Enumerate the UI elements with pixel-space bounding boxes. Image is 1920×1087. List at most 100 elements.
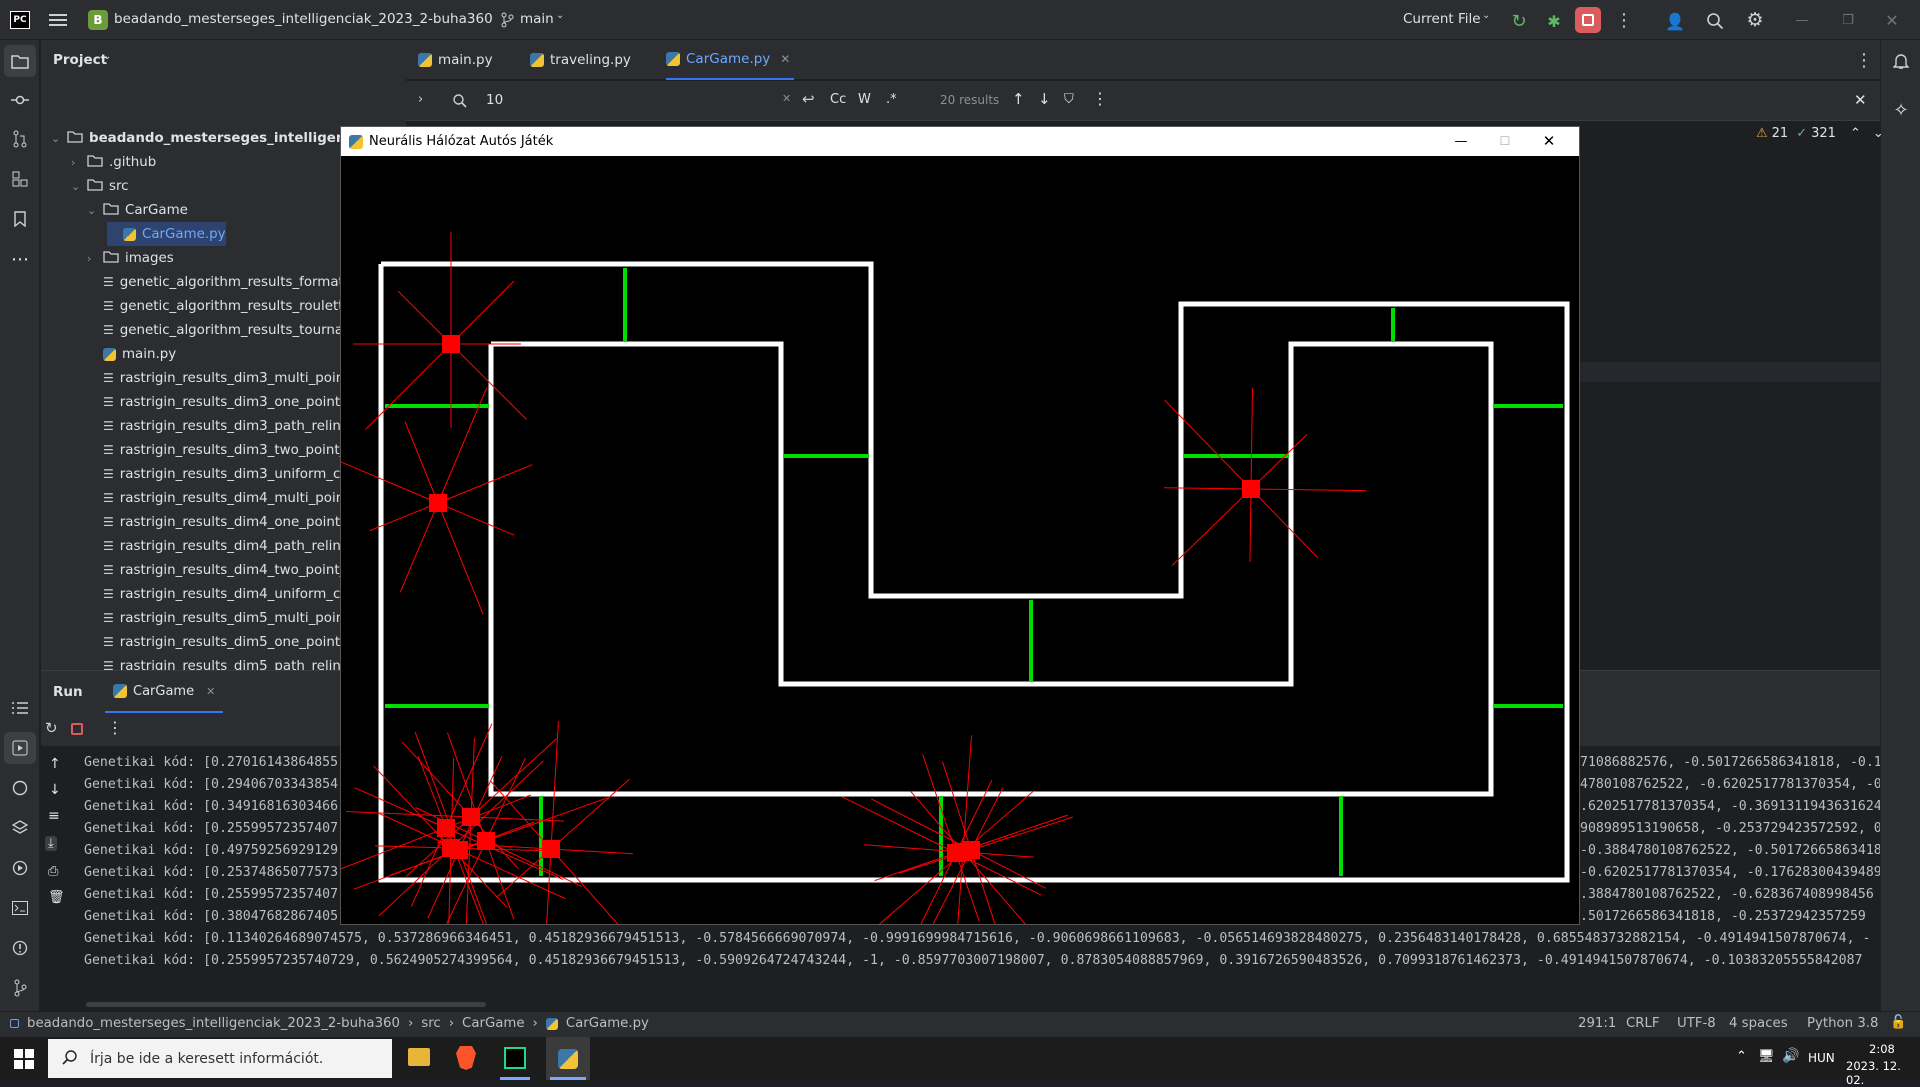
inspection-widget[interactable]: ⚠ 21 ✓ 321 ⌃ ⌄ [1756,126,1884,141]
notifications-bell-icon[interactable] [1881,45,1920,77]
terminal-icon[interactable] [0,892,40,924]
run-tab-cargame[interactable]: CarGame ✕ [105,671,224,713]
line-ending[interactable]: CRLF [1626,1016,1660,1031]
clock-date[interactable]: 2023. 12. 02. [1846,1059,1920,1087]
breadcrumb-item[interactable]: CarGame.py [566,1016,649,1031]
restore-icon[interactable]: ❐ [1836,10,1860,30]
indent-setting[interactable]: 4 spaces [1729,1016,1788,1031]
volume-icon[interactable]: 🔊 [1782,1048,1799,1064]
file-encoding[interactable]: UTF-8 [1677,1016,1716,1031]
filter-icon[interactable]: ⛉ [1064,92,1074,107]
chevron-down-icon[interactable]: ⌄ [103,51,111,62]
chevron-right-icon[interactable]: › [71,156,85,169]
more-vertical-icon[interactable]: ⋮ [1855,50,1873,71]
tree-item[interactable]: ☰ rastrigin_results_dim4_path_relink [87,534,349,558]
close-tab-icon[interactable]: ✕ [780,52,790,66]
newline-icon[interactable]: ↩ [802,90,815,108]
todo-list-icon[interactable] [0,692,40,724]
project-badge[interactable]: B [88,10,108,30]
python-app-taskbar-icon[interactable] [546,1037,590,1080]
maximize-icon[interactable]: ☐ [1495,131,1515,151]
commit-icon[interactable] [0,84,40,116]
run-panel-title[interactable]: Run [53,684,83,700]
settings-gear-icon[interactable]: ⚙ [1744,9,1766,31]
more-vertical-icon[interactable]: ⋮ [107,718,123,737]
close-tab-icon[interactable]: ✕ [206,685,215,698]
scroll-to-end-icon[interactable]: ⤓ [45,836,57,851]
breadcrumb-item[interactable]: beadando_mesterseges_intelligenciak_2023… [27,1016,400,1031]
layers-icon[interactable] [0,812,40,844]
close-icon[interactable]: ✕ [1539,131,1559,151]
windows-start-icon[interactable] [14,1049,34,1069]
tree-item[interactable]: ☰ rastrigin_results_dim4_multi_point [87,486,349,510]
run-panel-icon[interactable] [4,732,36,764]
project-name[interactable]: beadando_mesterseges_intelligenciak_2023… [114,11,493,27]
more-vertical-icon[interactable]: ⋮ [1614,10,1634,31]
tree-item[interactable]: › images [87,246,174,270]
stop-button[interactable] [1575,7,1601,33]
tab-cargame-py[interactable]: CarGame.py ✕ [666,40,795,80]
python-packages-icon[interactable] [0,772,40,804]
tree-item[interactable]: ☰ rastrigin_results_dim3_path_relink [87,414,349,438]
soft-wrap-icon[interactable]: ≡ [48,808,60,824]
next-occurrence-icon[interactable]: ↓ [1038,90,1051,108]
tree-item[interactable]: › .github [71,150,156,174]
rerun-icon[interactable]: ↻ [1508,10,1530,32]
lock-icon[interactable]: 🔓 [1890,1015,1907,1030]
add-user-icon[interactable]: 👤 [1664,10,1686,32]
main-menu-icon[interactable] [48,10,68,30]
git-icon[interactable] [0,972,40,1004]
network-icon[interactable]: 🖥 [1758,1049,1775,1064]
breadcrumb-item[interactable]: src [421,1016,440,1031]
tree-item[interactable]: ☰ rastrigin_results_dim4_two_point_ [87,558,346,582]
more-horizontal-icon[interactable]: ⋯ [0,243,40,275]
more-vertical-icon[interactable]: ⋮ [1092,89,1108,108]
tray-chevron-up-icon[interactable]: ⌃ [1736,1049,1747,1064]
tree-item[interactable]: CarGame.py [107,222,226,246]
chevron-down-icon[interactable]: ⌄ [51,132,65,145]
tree-item[interactable]: ☰ rastrigin_results_dim5_multi_point [87,606,349,630]
tab-traveling-py[interactable]: traveling.py [530,40,631,80]
match-case-toggle[interactable]: Cc [830,92,846,107]
pycharm-taskbar-icon[interactable] [504,1047,526,1069]
clock-time[interactable]: 2:08 [1869,1042,1895,1056]
tree-item[interactable]: main.py [87,342,176,366]
tree-item[interactable]: ⌄ CarGame [87,198,188,222]
debug-bug-icon[interactable]: ✱ [1543,10,1565,32]
rerun-icon[interactable]: ↻ [45,719,58,737]
chevron-down-icon[interactable]: ⌄ [71,180,85,193]
tree-item[interactable]: ☰ rastrigin_results_dim3_uniform_cr [87,462,346,486]
whole-word-toggle[interactable]: W [858,92,871,107]
tree-item[interactable]: ☰ rastrigin_results_dim3_two_point_ [87,438,346,462]
brave-browser-icon[interactable] [456,1046,476,1070]
bookmark-icon[interactable] [0,203,40,235]
input-language[interactable]: HUN [1808,1051,1835,1065]
run-config-selector[interactable]: Current File [1403,11,1481,27]
pull-request-icon[interactable] [0,123,40,155]
python-interpreter[interactable]: Python 3.8 [1807,1016,1878,1031]
tree-item[interactable]: ☰ rastrigin_results_dim4_uniform_cr [87,582,346,606]
chevron-down-icon[interactable]: ⌄ [1873,126,1884,141]
tree-item[interactable]: ☰ rastrigin_results_dim5_one_point_ [87,630,347,654]
tree-item[interactable]: ☰ genetic_algorithm_results_formatt [87,270,349,294]
file-explorer-icon[interactable] [408,1048,430,1066]
clear-search-icon[interactable]: ✕ [782,92,791,105]
trash-icon[interactable]: 🗑 [48,890,65,905]
caret-position[interactable]: 291:1 [1578,1016,1616,1031]
tree-item[interactable]: ☰ rastrigin_results_dim4_one_point_ [87,510,347,534]
scroll-down-icon[interactable]: ↓ [49,782,61,798]
structure-icon[interactable] [0,163,40,195]
console-hscrollbar[interactable] [86,1002,486,1007]
tree-item[interactable]: ☰ genetic_algorithm_results_roulett [87,294,343,318]
minimize-icon[interactable]: — [1790,10,1814,30]
taskbar-search[interactable]: Írja be ide a keresett információt. [48,1039,392,1078]
find-input[interactable]: 10 [486,92,786,108]
project-panel-title[interactable]: Project [53,52,107,68]
tree-item[interactable]: ☰ rastrigin_results_dim3_one_point_ [87,390,347,414]
tab-main-py[interactable]: main.py [418,40,493,80]
chevron-down-icon[interactable]: ⌄ [87,204,101,217]
expand-replace-chevron-icon[interactable]: › [418,92,423,107]
print-icon[interactable]: ⎙ [48,864,58,879]
tree-item[interactable]: ⌄ src [71,174,129,198]
chevron-up-icon[interactable]: ⌃ [1850,126,1861,141]
